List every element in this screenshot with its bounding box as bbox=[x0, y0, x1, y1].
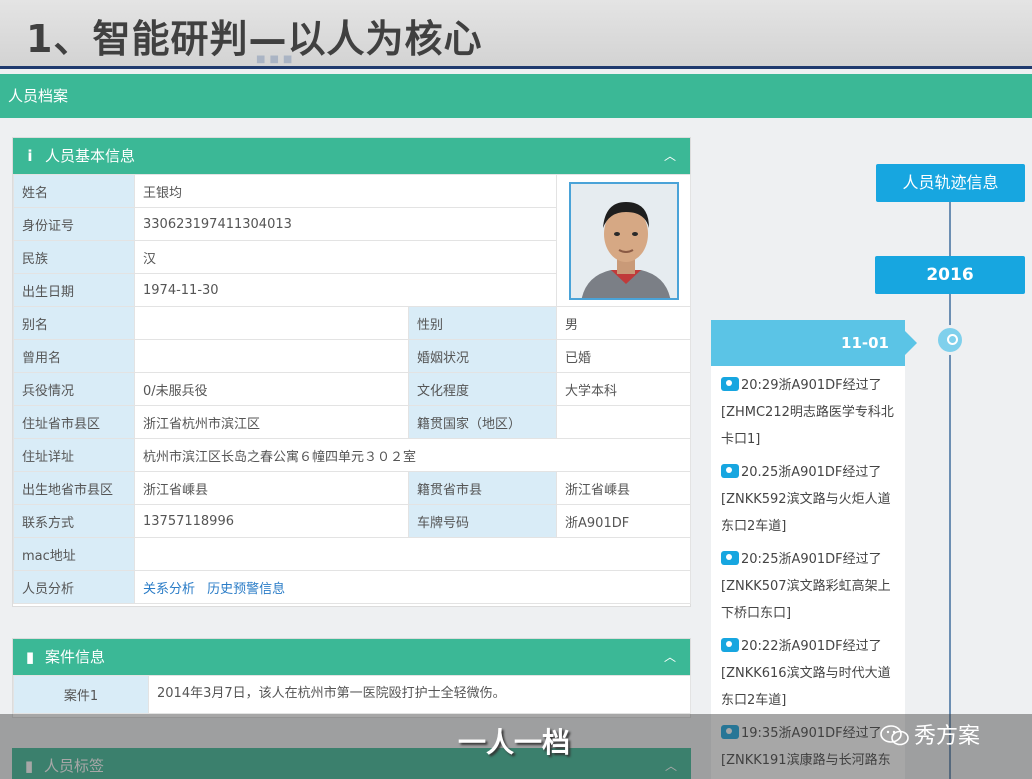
name-label: 姓名 bbox=[13, 174, 135, 208]
info-icon: i bbox=[27, 147, 33, 165]
table-row: 别名 性别 男 bbox=[13, 306, 692, 340]
case-table: 案件1 2014年3月7日，该人在杭州市第一医院殴打护士全轻微伤。 bbox=[13, 675, 691, 714]
basic-info-header[interactable]: i 人员基本信息 ︿ bbox=[13, 138, 690, 174]
education-label: 文化程度 bbox=[407, 372, 558, 406]
basic-info-panel: i 人员基本信息 ︿ 姓名 王银均 身份证号 33062319741130401… bbox=[12, 137, 692, 607]
addr-region-value: 浙江省杭州市滨江区 bbox=[134, 405, 409, 439]
analysis-label: 人员分析 bbox=[13, 570, 135, 604]
alias-label: 别名 bbox=[13, 306, 135, 340]
plate-label: 车牌号码 bbox=[407, 504, 558, 538]
ethnicity-value: 汉 bbox=[133, 240, 558, 274]
person-photo-image bbox=[570, 183, 677, 298]
history-alert-link[interactable]: 历史预警信息 bbox=[207, 582, 285, 597]
track-title: 人员轨迹信息 bbox=[876, 164, 1025, 202]
watermark-text: 秀方案 bbox=[914, 724, 981, 749]
date-card-pointer bbox=[905, 331, 917, 355]
table-row: 曾用名 婚姻状况 已婚 bbox=[13, 339, 692, 373]
track-event[interactable]: 20:25浙A901DF经过了[ZNKK507滨文路彩虹高架上下桥口东口] bbox=[711, 540, 905, 627]
contact-value: 13757118996 bbox=[134, 504, 409, 538]
former-name-label: 曾用名 bbox=[13, 339, 135, 373]
case-label: 案件1 bbox=[13, 675, 149, 714]
case-info-title: 案件信息 bbox=[45, 648, 106, 666]
overlay-caption: 一人一档 bbox=[458, 726, 571, 759]
gender-value: 男 bbox=[556, 306, 692, 340]
native-country-value bbox=[556, 405, 692, 439]
relation-analysis-link[interactable]: 关系分析 bbox=[143, 582, 195, 597]
birthplace-label: 出生地省市县区 bbox=[13, 471, 135, 505]
marital-value: 已婚 bbox=[556, 339, 692, 373]
gender-label: 性别 bbox=[407, 306, 558, 340]
year-badge: 2016 bbox=[875, 256, 1025, 294]
header-rule bbox=[0, 66, 1032, 69]
table-row: 姓名 王银均 bbox=[13, 174, 692, 307]
case-info-header[interactable]: ▮ 案件信息 ︿ bbox=[13, 639, 690, 675]
camera-icon bbox=[721, 551, 739, 565]
analysis-links: 关系分析 历史预警信息 bbox=[133, 570, 692, 604]
collapse-chevron-icon[interactable]: ︿ bbox=[664, 138, 676, 174]
person-photo bbox=[568, 181, 679, 300]
birthplace-value: 浙江省嵊县 bbox=[134, 471, 409, 505]
mac-value bbox=[133, 537, 692, 571]
birth-date-label: 出生日期 bbox=[13, 273, 135, 307]
ethnicity-label: 民族 bbox=[13, 240, 135, 274]
photo-cell bbox=[556, 174, 692, 307]
education-value: 大学本科 bbox=[556, 372, 692, 406]
basic-info-title: 人员基本信息 bbox=[45, 147, 136, 165]
camera-icon bbox=[721, 638, 739, 652]
event-time: 20:25 bbox=[741, 552, 779, 567]
camera-icon bbox=[721, 377, 739, 391]
table-row: 联系方式 13757118996 车牌号码 浙A901DF bbox=[13, 504, 692, 538]
case-info-panel: ▮ 案件信息 ︿ 案件1 2014年3月7日，该人在杭州市第一医院殴打护士全轻微伤… bbox=[12, 638, 691, 718]
watermark: 秀方案 bbox=[880, 718, 980, 750]
military-value: 0/未服兵役 bbox=[134, 372, 409, 406]
header-decoration: ■■■ bbox=[256, 54, 297, 65]
track-event[interactable]: 20:29浙A901DF经过了[ZHMC212明志路医学专科北卡口1] bbox=[711, 366, 905, 453]
plate-value: 浙A901DF bbox=[556, 504, 692, 538]
native-region-label: 籍贯省市县 bbox=[407, 471, 558, 505]
mac-label: mac地址 bbox=[13, 537, 135, 571]
case-description: 2014年3月7日，该人在杭州市第一医院殴打护士全轻微伤。 bbox=[148, 675, 691, 714]
bookmark-icon: ▮ bbox=[25, 648, 35, 666]
alias-value bbox=[134, 306, 409, 340]
track-event[interactable]: 20.25浙A901DF经过了[ZNKK592滨文路与火炬人道东口2车道] bbox=[711, 453, 905, 540]
location-pin-icon bbox=[935, 325, 965, 355]
camera-icon bbox=[721, 464, 739, 478]
id-number-label: 身份证号 bbox=[13, 207, 135, 241]
table-row: 人员分析 关系分析 历史预警信息 bbox=[13, 570, 692, 604]
event-time: 20:22 bbox=[741, 639, 779, 654]
addr-detail-label: 住址详址 bbox=[13, 438, 135, 472]
table-row: mac地址 bbox=[13, 537, 692, 571]
military-label: 兵役情况 bbox=[13, 372, 135, 406]
event-time: 20.25 bbox=[741, 465, 779, 480]
track-event[interactable]: 20:22浙A901DF经过了[ZNKK616滨文路与时代大道东口2车道] bbox=[711, 627, 905, 714]
track-date-card: 11-01 20:29浙A901DF经过了[ZHMC212明志路医学专科北卡口1… bbox=[711, 320, 905, 779]
date-header: 11-01 bbox=[711, 320, 905, 366]
wechat-icon bbox=[880, 725, 909, 746]
birth-date-value: 1974-11-30 bbox=[133, 273, 558, 307]
id-number-value: 330623197411304013 bbox=[133, 207, 558, 241]
table-row: 案件1 2014年3月7日，该人在杭州市第一医院殴打护士全轻微伤。 bbox=[13, 675, 691, 714]
table-row: 住址省市县区 浙江省杭州市滨江区 籍贯国家（地区） bbox=[13, 405, 692, 439]
former-name-value bbox=[134, 339, 409, 373]
basic-info-table: 姓名 王银均 身份证号 330623197411304013 民族 汉 出生日期… bbox=[13, 174, 692, 604]
collapse-chevron-icon[interactable]: ︿ bbox=[664, 639, 676, 675]
module-title-bar: 人员档案 bbox=[0, 74, 1032, 118]
table-row: 出生地省市县区 浙江省嵊县 籍贯省市县 浙江省嵊县 bbox=[13, 471, 692, 505]
marital-label: 婚姻状况 bbox=[407, 339, 558, 373]
table-row: 兵役情况 0/未服兵役 文化程度 大学本科 bbox=[13, 372, 692, 406]
native-region-value: 浙江省嵊县 bbox=[556, 471, 692, 505]
native-country-label: 籍贯国家（地区） bbox=[407, 405, 558, 439]
addr-detail-value: 杭州市滨江区长岛之春公寓６幢四单元３０２室 bbox=[133, 438, 692, 472]
name-value: 王银均 bbox=[133, 174, 558, 208]
event-time: 20:29 bbox=[741, 378, 779, 393]
addr-region-label: 住址省市县区 bbox=[13, 405, 135, 439]
contact-label: 联系方式 bbox=[13, 504, 135, 538]
table-row: 住址详址 杭州市滨江区长岛之春公寓６幢四单元３０２室 bbox=[13, 438, 692, 472]
slide-title: 1、智能研判—以人为核心 bbox=[26, 17, 483, 61]
